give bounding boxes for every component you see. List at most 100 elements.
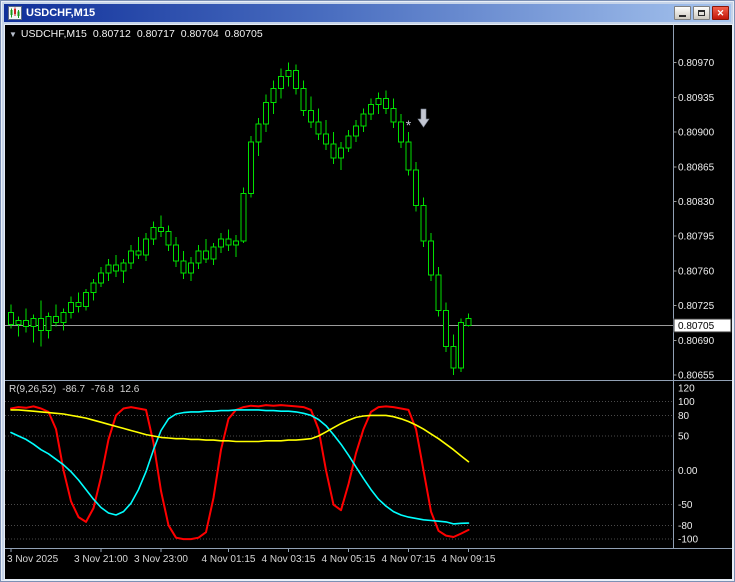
candle bbox=[390, 107, 397, 123]
chart-ohlc-header: ▼ USDCHF,M15 0.80712 0.80717 0.80704 0.80705 bbox=[9, 28, 269, 40]
candle bbox=[23, 320, 29, 327]
ohlc-close: 0.80705 bbox=[224, 28, 263, 40]
indicator-line-fast bbox=[10, 404, 470, 541]
candle bbox=[383, 97, 389, 109]
candle bbox=[263, 101, 269, 125]
candle bbox=[285, 70, 292, 77]
candle bbox=[135, 250, 142, 256]
indicator-value-1: -86.7 bbox=[62, 384, 86, 395]
candle bbox=[90, 282, 97, 294]
indicator-value-3: 12.6 bbox=[119, 384, 140, 395]
candle bbox=[68, 302, 74, 314]
candle bbox=[398, 121, 404, 143]
candle bbox=[255, 123, 262, 143]
candle bbox=[45, 316, 52, 331]
candle bbox=[345, 135, 352, 149]
close-button[interactable]: ✕ bbox=[712, 6, 729, 20]
candle bbox=[323, 133, 329, 145]
sell-arrow-annotation[interactable] bbox=[417, 108, 430, 128]
candle bbox=[330, 143, 337, 159]
candle bbox=[203, 250, 209, 260]
window-controls: ✕ bbox=[674, 6, 729, 20]
chart-client-area: *0.809700.809350.809000.808650.808300.80… bbox=[4, 24, 733, 580]
candle bbox=[158, 226, 164, 232]
time-axis-label: 4 Nov 05:15 bbox=[321, 554, 376, 565]
candle bbox=[53, 316, 59, 323]
close-icon: ✕ bbox=[716, 7, 725, 18]
candle bbox=[435, 274, 442, 312]
candle bbox=[293, 70, 299, 89]
candle bbox=[15, 320, 22, 325]
chart-symbol-period: USDCHF,M15 bbox=[20, 28, 87, 40]
candle bbox=[308, 109, 314, 123]
candle bbox=[173, 244, 179, 262]
candle bbox=[188, 262, 194, 274]
candle bbox=[98, 272, 104, 284]
candle bbox=[120, 262, 127, 272]
candle bbox=[150, 226, 157, 240]
candle bbox=[60, 312, 67, 324]
candle bbox=[105, 264, 112, 274]
candle bbox=[450, 345, 457, 369]
time-axis-label: 3 Nov 23:00 bbox=[134, 554, 188, 565]
candle bbox=[195, 250, 202, 264]
candle bbox=[428, 240, 434, 276]
candle bbox=[240, 193, 247, 242]
candle bbox=[375, 97, 382, 105]
ohlc-high: 0.80717 bbox=[136, 28, 175, 40]
candle bbox=[233, 240, 239, 246]
candle bbox=[113, 264, 119, 272]
candle bbox=[38, 318, 44, 331]
candle bbox=[443, 310, 449, 347]
minimize-icon bbox=[679, 15, 686, 17]
minimize-button[interactable] bbox=[674, 6, 691, 20]
candle bbox=[278, 76, 284, 89]
candle bbox=[368, 103, 374, 115]
time-axis-label: 4 Nov 03:15 bbox=[261, 554, 316, 565]
chart-canvas[interactable]: *0.809700.809350.809000.808650.808300.80… bbox=[5, 25, 732, 579]
price-axis[interactable] bbox=[674, 25, 732, 548]
time-axis-label: 3 Nov 21:00 bbox=[74, 554, 128, 565]
restore-icon bbox=[698, 10, 705, 16]
candle bbox=[420, 205, 427, 242]
time-axis-label: 4 Nov 01:15 bbox=[201, 554, 256, 565]
candle bbox=[300, 88, 307, 111]
indicator-value-2: -76.8 bbox=[91, 384, 114, 395]
chart-symbol-marker-icon: ▼ bbox=[9, 30, 17, 39]
candle bbox=[338, 147, 344, 159]
candle bbox=[8, 312, 14, 326]
candle bbox=[315, 121, 322, 135]
time-axis-label: 4 Nov 07:15 bbox=[381, 554, 436, 565]
window-titlebar[interactable]: USDCHF,M15 ✕ bbox=[4, 4, 731, 22]
candle bbox=[165, 230, 172, 246]
candle bbox=[128, 250, 134, 264]
candle bbox=[413, 169, 419, 207]
asterisk-annotation[interactable]: * bbox=[406, 117, 412, 133]
time-axis-label: 3 Nov 2025 bbox=[7, 554, 59, 565]
ohlc-low: 0.80704 bbox=[180, 28, 219, 40]
time-axis[interactable]: 3 Nov 2025 3 Nov 21:00 3 Nov 23:00 4 Nov 01… bbox=[5, 550, 732, 579]
candle bbox=[83, 292, 89, 308]
candle bbox=[458, 322, 464, 369]
candle bbox=[75, 302, 82, 308]
indicator-label: R(9,26,52) -86.7 -76.8 12.6 bbox=[9, 384, 145, 395]
candle bbox=[405, 141, 412, 171]
candle bbox=[353, 125, 359, 137]
candle bbox=[180, 260, 187, 274]
time-axis-label: 4 Nov 09:15 bbox=[441, 554, 496, 565]
indicator-line-slow bbox=[10, 409, 470, 525]
candle bbox=[360, 113, 367, 127]
ohlc-open: 0.80712 bbox=[92, 28, 131, 40]
candle bbox=[225, 238, 232, 246]
chart-window-icon bbox=[8, 6, 22, 20]
candle bbox=[143, 238, 149, 256]
window-title: USDCHF,M15 bbox=[26, 7, 96, 19]
restore-button[interactable] bbox=[693, 6, 710, 20]
chart-window: USDCHF,M15 ✕ *0.809700.809350.809000.808… bbox=[0, 0, 735, 582]
candle bbox=[210, 246, 217, 260]
candle bbox=[270, 88, 277, 103]
candle bbox=[465, 318, 472, 326]
candle bbox=[30, 318, 37, 327]
candle bbox=[218, 238, 224, 248]
candle bbox=[248, 141, 254, 195]
